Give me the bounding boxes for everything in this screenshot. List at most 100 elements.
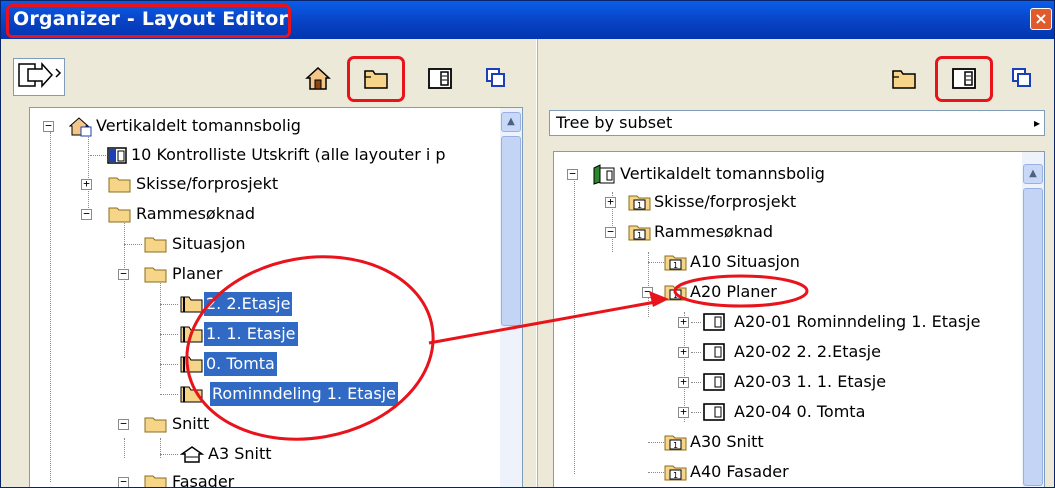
tree-item-selected[interactable]: 1. 1. Etasje	[30, 322, 500, 346]
expand-icon[interactable]: +	[678, 346, 689, 358]
tree-item-selected[interactable]: 0. Tomta	[30, 352, 500, 376]
tree-item-label: 1. 1. Etasje	[204, 322, 298, 346]
tree-item[interactable]: − 1 Rammesøknad	[554, 220, 1014, 244]
scroll-thumb[interactable]	[501, 136, 521, 326]
tree-item[interactable]: + 1 Skisse/forprosjekt	[554, 190, 1014, 214]
tree-item-label: A10 Situasjon	[690, 252, 800, 271]
right-clone-button[interactable]	[1007, 63, 1037, 93]
organizer-window: Organizer - Layout Editor × Tree by subs…	[0, 0, 1055, 488]
collapse-icon[interactable]: −	[118, 476, 129, 487]
tree-item-selected[interactable]: Rominndeling 1. Etasje	[30, 382, 500, 406]
collapse-icon[interactable]: −	[642, 286, 653, 298]
tree-item-label: Fasader	[172, 472, 235, 488]
tree-item-label: Rominndeling 1. Etasje	[210, 382, 398, 406]
right-folder-view-button[interactable]	[889, 63, 919, 93]
scroll-up-icon[interactable]: ▲	[501, 112, 521, 132]
tree-item-label: Situasjon	[172, 234, 246, 253]
expand-icon[interactable]: +	[678, 376, 689, 388]
left-tree-panel[interactable]: − Vertikaldelt tomannsbolig 10 Kontrolli…	[29, 107, 523, 488]
tree-item[interactable]: 1 A40 Fasader	[554, 460, 1014, 484]
svg-text:1: 1	[637, 201, 642, 210]
tree-item[interactable]: 1 A10 Situasjon	[554, 250, 1014, 274]
tree-item-label: Planer	[172, 264, 223, 283]
folder-view-icon	[892, 70, 916, 89]
tree-item[interactable]: − Vertikaldelt tomannsbolig	[554, 162, 1014, 186]
tree-item[interactable]: − Fasader	[30, 470, 500, 488]
expand-icon[interactable]: +	[678, 316, 689, 328]
chevron-right-icon: ▸	[1033, 116, 1040, 130]
right-tree-panel[interactable]: − Vertikaldelt tomannsbolig + 1 Skisse/f…	[553, 151, 1045, 487]
pane-divider[interactable]	[536, 39, 538, 487]
collapse-icon[interactable]: −	[118, 268, 129, 280]
svg-text:1: 1	[673, 291, 678, 300]
collapse-icon[interactable]: −	[605, 226, 616, 238]
floorplan-icon	[180, 356, 203, 373]
tree-item-label: A3 Snitt	[208, 444, 272, 463]
house-project-icon	[68, 117, 92, 137]
collapse-icon[interactable]: −	[81, 208, 92, 220]
subset-folder-icon: 1	[664, 435, 687, 451]
folder-icon	[144, 417, 167, 433]
collapse-icon[interactable]: −	[567, 168, 578, 180]
expand-icon[interactable]: +	[81, 178, 92, 190]
collapse-icon[interactable]: −	[43, 120, 54, 132]
left-home-button[interactable]	[303, 63, 333, 93]
tree-item[interactable]: − 1 A20 Planer	[554, 280, 1014, 304]
tree-item-label: A20-02 2. 2.Etasje	[734, 342, 881, 361]
left-scrollbar[interactable]: ▲	[500, 108, 522, 487]
title-bar[interactable]: Organizer - Layout Editor ×	[1, 1, 1054, 39]
tree-item[interactable]: + A20-03 1. 1. Etasje	[554, 370, 1014, 394]
tree-item-label: 2. 2.Etasje	[204, 292, 293, 316]
tree-item-selected[interactable]: 2. 2.Etasje	[30, 292, 500, 316]
tree-item[interactable]: Situasjon	[30, 232, 500, 256]
section-icon	[180, 446, 204, 463]
layout-icon	[703, 373, 725, 391]
tree-item[interactable]: − Planer	[30, 262, 500, 286]
folder-icon	[108, 207, 131, 223]
collapse-icon[interactable]: −	[118, 418, 129, 430]
tree-item[interactable]: A3 Snitt	[30, 442, 500, 466]
layout-icon	[703, 313, 725, 331]
left-clone-button[interactable]	[481, 63, 511, 93]
tree-mode-select[interactable]: Tree by subset ▸	[549, 110, 1045, 136]
right-scrollbar[interactable]: ▲	[1022, 152, 1044, 487]
tree-item-label: 10 Kontrolliste Utskrift (alle layouter …	[131, 145, 446, 164]
tree-item-label: Rammesøknad	[136, 204, 256, 223]
tree-item-label: Vertikaldelt tomannsbolig	[96, 116, 301, 135]
tree-item[interactable]: 10 Kontrolliste Utskrift (alle layouter …	[30, 143, 500, 167]
tree-item[interactable]: 1 A30 Snitt	[554, 430, 1014, 454]
tree-item[interactable]: − Snitt	[30, 412, 500, 436]
tree-item-label: Skisse/forprosjekt	[136, 174, 279, 193]
tree-item[interactable]: − Rammesøknad	[30, 202, 500, 226]
svg-text:1: 1	[673, 471, 678, 480]
folder-icon	[144, 237, 167, 253]
title-annotation-box	[6, 4, 291, 38]
tree-item-label: Rammesøknad	[654, 222, 774, 241]
book-project-icon	[593, 164, 615, 185]
tree-item[interactable]: + A20-01 Rominndeling 1. Etasje	[554, 310, 1014, 334]
scroll-thumb[interactable]	[1023, 188, 1043, 486]
tree-item-label: Skisse/forprosjekt	[654, 192, 797, 211]
tree-item[interactable]: + Skisse/forprosjekt	[30, 172, 500, 196]
right-layout-button[interactable]	[949, 63, 979, 93]
tree-item-label: 0. Tomta	[204, 352, 277, 376]
subset-folder-icon: 1	[664, 255, 687, 271]
left-layout-button[interactable]	[425, 63, 455, 93]
subset-folder-icon: 1	[664, 465, 687, 481]
folder-icon	[108, 177, 131, 193]
tree-item-label: A30 Snitt	[690, 432, 764, 451]
tree-item-label: A20-03 1. 1. Etasje	[734, 372, 887, 391]
left-send-button[interactable]	[13, 58, 65, 96]
floorplan-icon	[180, 296, 203, 313]
svg-text:1: 1	[673, 261, 678, 270]
scroll-up-icon[interactable]: ▲	[1023, 164, 1043, 184]
expand-icon[interactable]: +	[605, 196, 616, 208]
floorplan-icon	[180, 326, 203, 343]
expand-icon[interactable]: +	[678, 406, 689, 418]
tree-item[interactable]: − Vertikaldelt tomannsbolig	[30, 114, 500, 138]
close-button[interactable]: ×	[1030, 8, 1052, 30]
tree-item[interactable]: + A20-04 0. Tomta	[554, 400, 1014, 424]
left-folder-view-button[interactable]	[361, 63, 391, 93]
floorplan-icon	[180, 386, 203, 403]
tree-item[interactable]: + A20-02 2. 2.Etasje	[554, 340, 1014, 364]
